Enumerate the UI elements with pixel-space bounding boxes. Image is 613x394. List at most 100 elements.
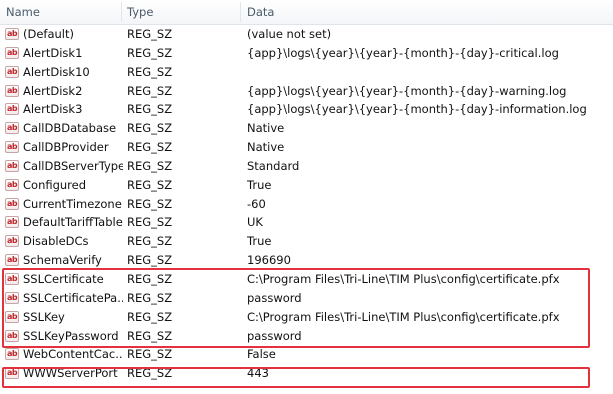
value-data: UK: [247, 215, 263, 230]
string-value-icon: ab: [5, 84, 19, 97]
table-row[interactable]: ab CurrentTimezone REG_SZ -60: [0, 195, 613, 214]
string-value-icon: ab: [5, 367, 19, 380]
value-type: REG_SZ: [127, 140, 173, 155]
value-type: REG_SZ: [127, 45, 173, 60]
value-data: password: [247, 290, 302, 305]
column-header-type[interactable]: Type: [127, 0, 153, 24]
string-value-icon: ab: [5, 291, 19, 304]
value-data: C:\Program Files\Tri-Line\TIM Plus\confi…: [247, 271, 560, 286]
string-value-icon: ab: [5, 103, 19, 116]
string-value-icon: ab: [5, 254, 19, 267]
table-row[interactable]: ab SSLCertificate REG_SZ C:\Program Files\T…: [0, 270, 613, 289]
string-value-icon-label: ab: [6, 47, 18, 57]
value-type: REG_SZ: [127, 177, 173, 192]
value-type: REG_SZ: [127, 196, 173, 211]
value-name: (Default): [23, 27, 74, 41]
value-type: REG_SZ: [127, 271, 173, 286]
table-row[interactable]: ab AlertDisk1 REG_SZ {app}\logs\{year}\{yea…: [0, 44, 613, 63]
string-value-icon: ab: [5, 272, 19, 285]
string-value-icon-label: ab: [6, 292, 18, 302]
value-data: {app}\logs\{year}\{year}-{month}-{day}-i…: [247, 102, 587, 117]
value-name: SSLCertificatePa...: [23, 290, 123, 305]
value-type: REG_SZ: [127, 253, 173, 268]
string-value-icon-label: ab: [6, 179, 18, 189]
column-divider[interactable]: [121, 2, 122, 22]
table-row[interactable]: ab SSLCertificatePa... REG_SZ password: [0, 289, 613, 308]
table-row[interactable]: ab SSLKey REG_SZ C:\Program Files\Tri-Line\…: [0, 308, 613, 327]
value-type: REG_SZ: [127, 366, 173, 381]
value-data: True: [247, 234, 272, 249]
value-name: SchemaVerify: [23, 253, 102, 268]
table-row[interactable]: ab AlertDisk3 REG_SZ {app}\logs\{year}\{yea…: [0, 100, 613, 119]
string-value-icon: ab: [5, 197, 19, 210]
value-type: REG_SZ: [127, 347, 173, 362]
column-header-name[interactable]: Name: [6, 0, 40, 24]
column-header: Name Type Data: [0, 0, 613, 25]
string-value-icon: ab: [5, 235, 19, 248]
table-row[interactable]: ab CallDBProvider REG_SZ Native: [0, 138, 613, 157]
value-name: CallDBDatabase: [23, 121, 117, 136]
string-value-icon-label: ab: [6, 330, 18, 340]
value-name: CallDBServerType: [23, 158, 123, 173]
value-type: REG_SZ: [127, 121, 173, 136]
value-data: False: [247, 347, 276, 362]
column-divider[interactable]: [240, 2, 241, 22]
value-type: REG_SZ: [127, 27, 173, 41]
string-value-icon-label: ab: [6, 104, 18, 114]
value-name: CallDBProvider: [23, 140, 109, 155]
string-value-icon-label: ab: [6, 236, 18, 246]
string-value-icon: ab: [5, 310, 19, 323]
string-value-icon: ab: [5, 216, 19, 229]
value-data: Native: [247, 121, 285, 136]
string-value-icon-label: ab: [6, 368, 18, 378]
table-row[interactable]: ab AlertDisk10 REG_SZ: [0, 63, 613, 82]
value-data: 443: [247, 366, 269, 381]
string-value-icon: ab: [5, 28, 19, 40]
value-name: DefaultTariffTable: [23, 215, 123, 230]
string-value-icon-label: ab: [6, 311, 18, 321]
value-data: C:\Program Files\Tri-Line\TIM Plus\confi…: [247, 309, 560, 324]
string-value-icon-label: ab: [6, 255, 18, 265]
string-value-icon: ab: [5, 178, 19, 191]
value-name: WebContentCac...: [23, 347, 123, 362]
value-data: {app}\logs\{year}\{year}-{month}-{day}-c…: [247, 45, 559, 60]
value-data: Native: [247, 140, 285, 155]
table-row[interactable]: ab AlertDisk2 REG_SZ {app}\logs\{year}\{yea…: [0, 82, 613, 101]
value-name: Configured: [23, 177, 87, 192]
value-type: REG_SZ: [127, 64, 173, 79]
value-data: True: [247, 177, 272, 192]
value-type: REG_SZ: [127, 83, 173, 98]
table-row[interactable]: ab SSLKeyPassword REG_SZ password: [0, 327, 613, 346]
string-value-icon-label: ab: [6, 349, 18, 359]
value-data: -60: [247, 196, 266, 211]
value-data: 196690: [247, 253, 291, 268]
string-value-icon-label: ab: [6, 66, 18, 76]
string-value-icon-label: ab: [6, 142, 18, 152]
string-value-icon: ab: [5, 159, 19, 172]
value-type: REG_SZ: [127, 102, 173, 117]
table-row[interactable]: ab WWWServerPort REG_SZ 443: [0, 364, 613, 383]
table-row[interactable]: ab CallDBServerType REG_SZ Standard: [0, 157, 613, 176]
string-value-icon: ab: [5, 348, 19, 361]
registry-values-list: ab (Default) REG_SZ (value not set) ab AlertD…: [0, 25, 613, 383]
table-row[interactable]: ab Configured REG_SZ True: [0, 176, 613, 195]
value-name: CurrentTimezone: [23, 196, 122, 211]
value-data: password: [247, 328, 302, 343]
value-data: Standard: [247, 158, 300, 173]
value-data: (value not set): [247, 27, 332, 41]
string-value-icon-label: ab: [6, 160, 18, 170]
table-row[interactable]: ab CallDBDatabase REG_SZ Native: [0, 119, 613, 138]
table-row[interactable]: ab SchemaVerify REG_SZ 196690: [0, 251, 613, 270]
string-value-icon-label: ab: [6, 198, 18, 208]
column-header-data[interactable]: Data: [247, 0, 274, 24]
table-row[interactable]: ab (Default) REG_SZ (value not set): [0, 25, 613, 44]
value-name: SSLCertificate: [23, 271, 104, 286]
string-value-icon-label: ab: [6, 85, 18, 95]
string-value-icon-label: ab: [6, 29, 18, 38]
table-row[interactable]: ab DisableDCs REG_SZ True: [0, 232, 613, 251]
value-name: WWWServerPort: [23, 366, 118, 381]
table-row[interactable]: ab WebContentCac... REG_SZ False: [0, 345, 613, 364]
value-type: REG_SZ: [127, 290, 173, 305]
string-value-icon-label: ab: [6, 273, 18, 283]
table-row[interactable]: ab DefaultTariffTable REG_SZ UK: [0, 213, 613, 232]
